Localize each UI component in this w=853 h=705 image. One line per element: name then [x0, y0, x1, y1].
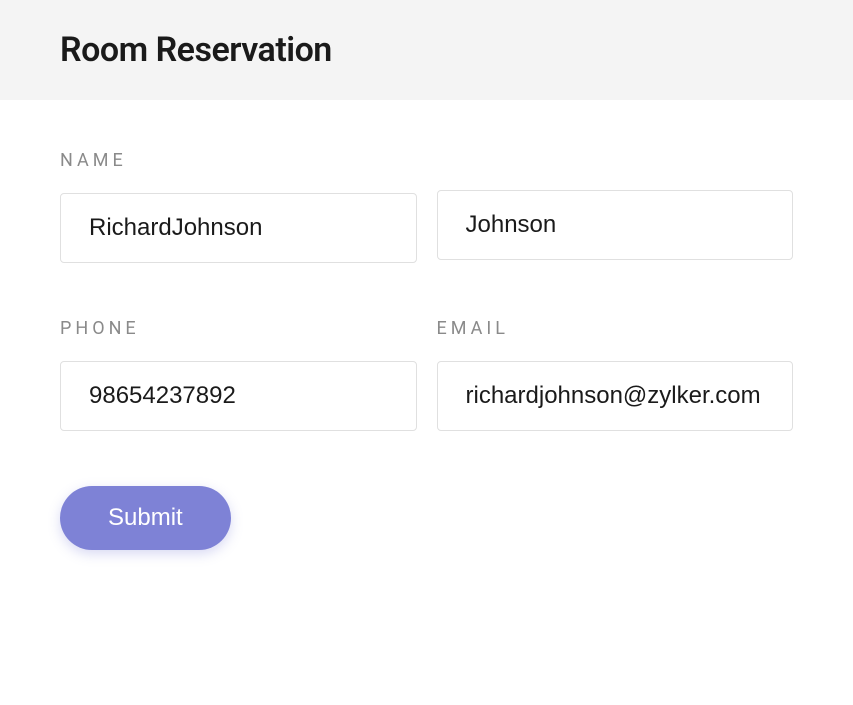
- email-group: EMAIL: [437, 318, 794, 431]
- name-row: NAME: [60, 150, 793, 263]
- page-header: Room Reservation: [0, 0, 853, 100]
- first-name-input[interactable]: [60, 193, 417, 263]
- email-input[interactable]: [437, 361, 794, 431]
- page-title: Room Reservation: [60, 30, 793, 70]
- phone-group: PHONE: [60, 318, 417, 431]
- reservation-form: NAME PHONE EMAIL Submit: [0, 100, 853, 600]
- label-spacer: [437, 150, 794, 190]
- phone-input[interactable]: [60, 361, 417, 431]
- email-label: EMAIL: [437, 318, 794, 339]
- submit-button[interactable]: Submit: [60, 486, 231, 550]
- phone-label: PHONE: [60, 318, 417, 339]
- contact-row: PHONE EMAIL: [60, 318, 793, 431]
- name-label: NAME: [60, 150, 417, 171]
- first-name-group: NAME: [60, 150, 417, 263]
- last-name-group: [437, 150, 794, 263]
- last-name-input[interactable]: [437, 190, 794, 260]
